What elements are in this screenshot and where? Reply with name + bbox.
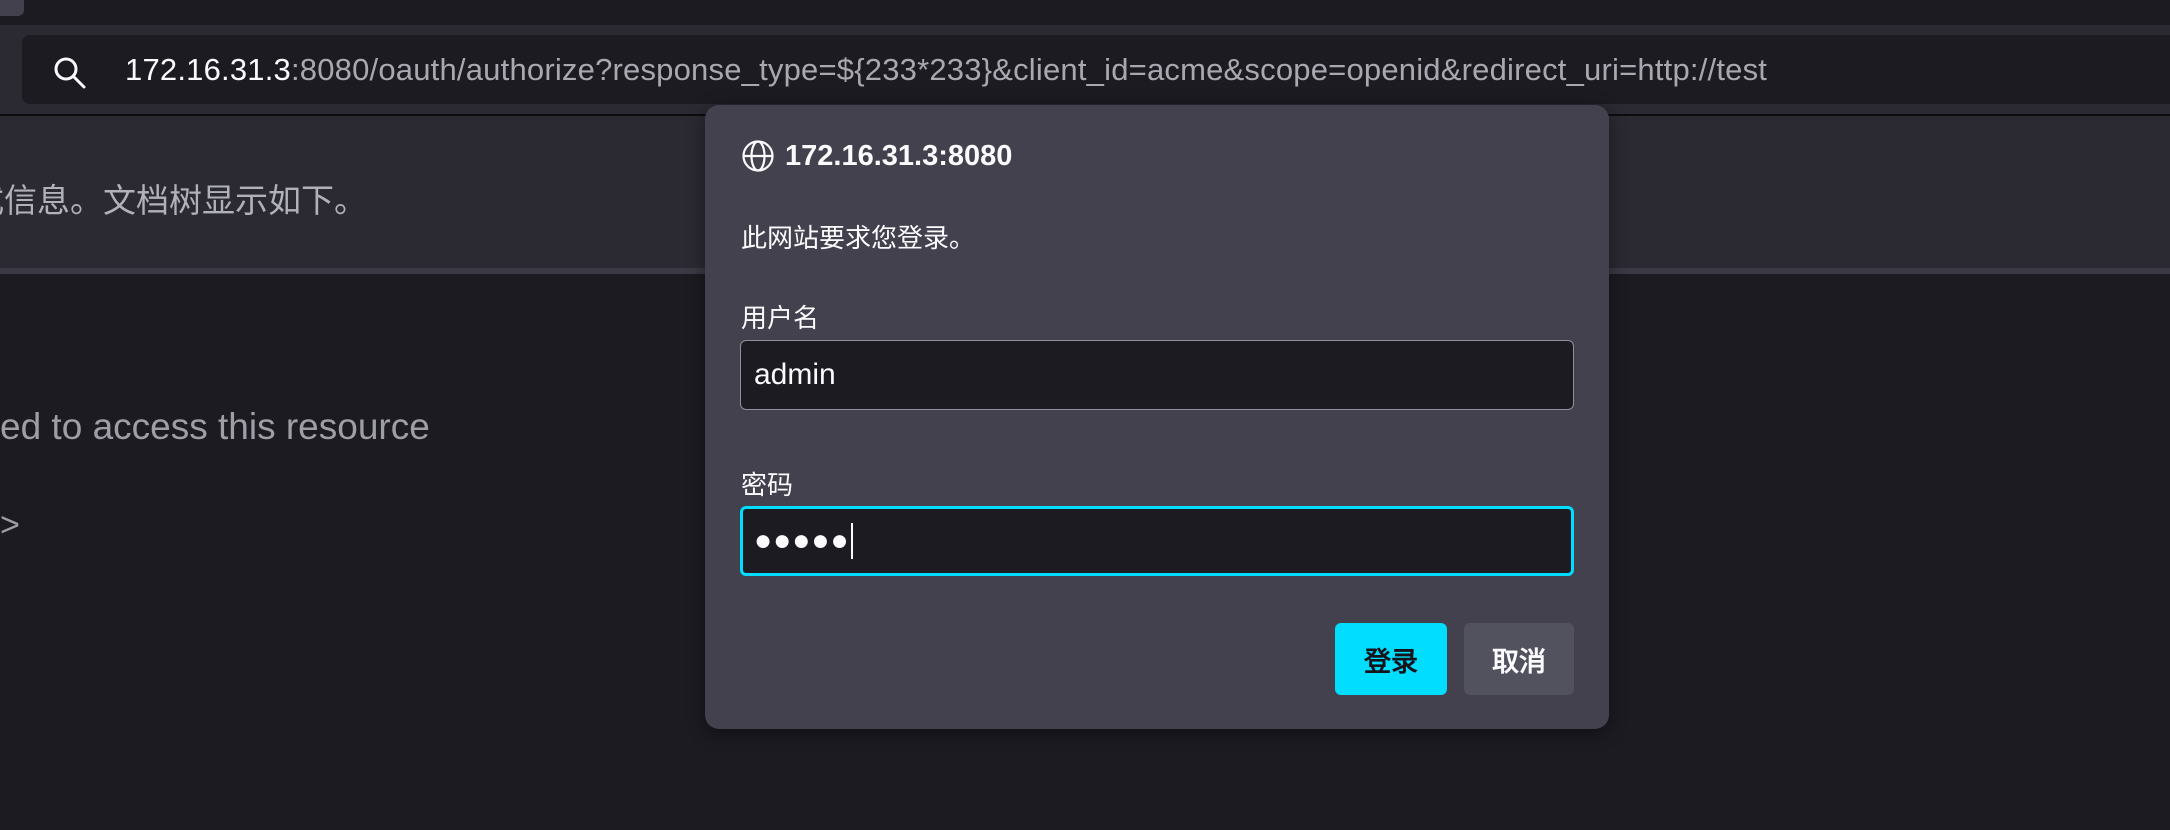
password-value: ●●●●●: [754, 524, 850, 557]
navigation-toolbar: 172.16.31.3:8080/oauth/authorize?respons…: [0, 25, 2170, 116]
username-value: admin: [754, 358, 836, 391]
dialog-message: 此网站要求您登录。: [741, 224, 976, 254]
username-label: 用户名: [741, 304, 820, 334]
username-field[interactable]: admin: [740, 340, 1574, 410]
auth-dialog: 172.16.31.3:8080 此网站要求您登录。 用户名 admin 密码 …: [705, 105, 1609, 729]
error-message: ed to access this resource: [0, 406, 430, 447]
text-caret: [850, 523, 853, 559]
info-text: 样式信息。文档树显示如下。: [0, 181, 367, 220]
password-field[interactable]: ●●●●●: [740, 506, 1574, 576]
password-label: 密码: [741, 471, 794, 501]
url-text[interactable]: 172.16.31.3:8080/oauth/authorize?respons…: [125, 35, 1767, 104]
globe-icon: [742, 140, 774, 172]
tab-edge[interactable]: [0, 0, 24, 16]
dialog-header: 172.16.31.3:8080: [741, 139, 1012, 173]
address-bar[interactable]: 172.16.31.3:8080/oauth/authorize?respons…: [22, 35, 2170, 104]
url-host: 172.16.31.3: [125, 52, 291, 87]
dialog-origin: 172.16.31.3:8080: [785, 139, 1013, 172]
cancel-button[interactable]: 取消: [1464, 623, 1574, 695]
search-icon: [54, 57, 86, 89]
markup-fragment: >: [0, 506, 20, 544]
tab-strip: [0, 0, 2170, 25]
login-button[interactable]: 登录: [1335, 623, 1447, 695]
url-path: :8080/oauth/authorize?response_type=${23…: [290, 52, 1768, 87]
